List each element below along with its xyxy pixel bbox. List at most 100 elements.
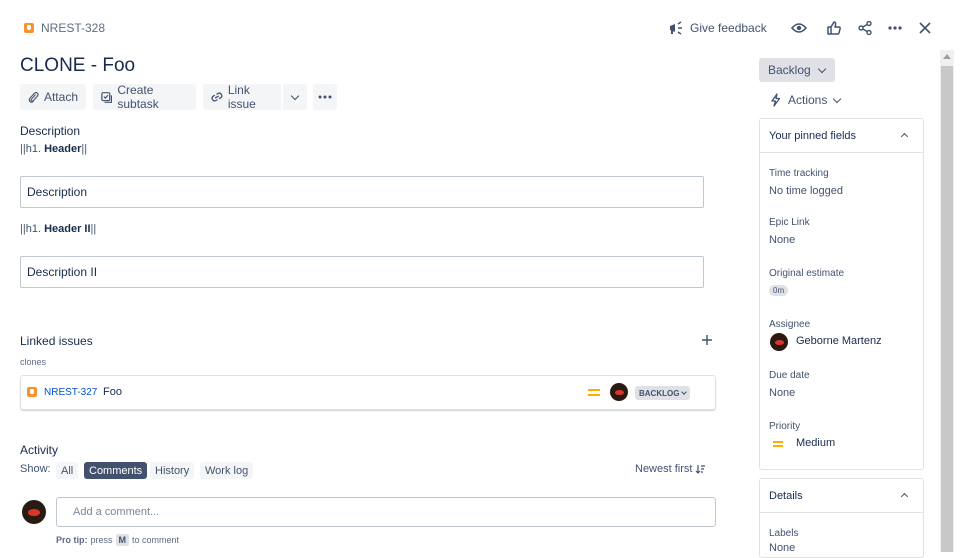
time-tracking-label: Time tracking — [769, 168, 829, 179]
issue-title[interactable]: CLONE - Foo — [20, 55, 135, 77]
sort-order-button[interactable]: Newest first — [635, 463, 706, 475]
activity-heading: Activity — [20, 443, 59, 457]
share-icon — [858, 21, 872, 35]
priority-medium-icon — [773, 441, 783, 447]
pinned-fields-header[interactable]: Your pinned fields — [760, 119, 923, 153]
linked-issue-summary: Foo — [103, 386, 122, 398]
toolbar-more-button[interactable] — [313, 84, 337, 110]
description-box-1[interactable]: Description — [20, 176, 704, 208]
create-subtask-label: Create subtask — [117, 83, 159, 111]
more-icon — [888, 26, 902, 30]
labels-label: Labels — [769, 528, 799, 539]
time-tracking-value[interactable]: No time logged — [769, 185, 843, 197]
actions-button[interactable]: Actions — [770, 92, 842, 108]
markup-suffix: || — [81, 143, 88, 155]
linked-issues-heading: Linked issues — [20, 334, 93, 348]
show-label: Show: — [20, 463, 51, 475]
actions-label: Actions — [788, 93, 828, 107]
attach-button[interactable]: Attach — [20, 84, 86, 110]
status-button[interactable]: Backlog — [759, 58, 835, 82]
lightning-icon — [771, 93, 781, 107]
scrollbar-thumb[interactable] — [941, 66, 953, 552]
give-feedback-button[interactable]: Give feedback — [668, 19, 767, 37]
priority-medium-icon — [588, 389, 600, 396]
chevron-down-icon — [290, 91, 300, 100]
linked-issue-key[interactable]: NREST-327 — [44, 387, 97, 398]
markup-suffix: || — [90, 223, 97, 235]
priority-value[interactable]: Medium — [796, 437, 835, 449]
tab-history[interactable]: History — [150, 462, 195, 479]
chevron-down-icon — [833, 94, 842, 103]
issue-key-breadcrumb[interactable]: NREST-328 — [41, 21, 105, 35]
link-issue-button[interactable]: Link issue — [203, 83, 281, 111]
status-label: Backlog — [768, 63, 811, 77]
description-header-2[interactable]: ||h1. Header II|| — [20, 223, 96, 235]
add-linked-issue-button[interactable] — [695, 328, 719, 352]
link-issue-dropdown[interactable] — [283, 84, 307, 110]
thumbs-up-icon — [827, 21, 841, 35]
pro-tip: Pro tip: press M to comment — [56, 534, 179, 546]
close-button[interactable] — [913, 16, 937, 40]
original-estimate-value[interactable]: 0m — [769, 285, 789, 296]
more-icon — [318, 95, 332, 99]
pro-tip-press: press — [90, 535, 113, 545]
details-title: Details — [769, 489, 803, 502]
share-button[interactable] — [853, 16, 877, 40]
due-date-label: Due date — [769, 370, 810, 381]
create-subtask-button[interactable]: Create subtask — [93, 83, 196, 111]
keyboard-key: M — [115, 534, 130, 546]
eye-icon — [791, 23, 807, 33]
comment-input[interactable]: Add a comment... — [56, 497, 716, 527]
story-type-icon — [24, 23, 34, 33]
pinned-fields-title: Your pinned fields — [769, 129, 857, 142]
details-header[interactable]: Details — [760, 479, 923, 513]
linked-issue-row[interactable]: NREST-327 Foo BACKLOG — [20, 375, 716, 410]
assignee-avatar — [770, 333, 788, 351]
markup-prefix: ||h1. — [20, 143, 45, 155]
pinned-fields-panel: Your pinned fields Time tracking No time… — [759, 118, 924, 470]
details-panel: Details Labels None — [759, 478, 924, 558]
description-header-1[interactable]: ||h1. Header|| — [20, 143, 87, 155]
assignee-label: Assignee — [769, 319, 811, 330]
description-heading: Description — [20, 124, 81, 138]
link-relation-label: clones — [20, 357, 47, 367]
tab-work-log[interactable]: Work log — [200, 462, 254, 479]
sort-label: Newest first — [635, 463, 693, 475]
comment-placeholder: Add a comment... — [73, 506, 160, 518]
header-text: Header II — [44, 223, 91, 235]
watch-button[interactable] — [787, 16, 811, 40]
give-feedback-label: Give feedback — [690, 21, 767, 35]
sort-icon — [696, 465, 706, 474]
labels-value[interactable]: None — [769, 542, 795, 554]
linked-issue-status[interactable]: BACKLOG — [635, 386, 691, 400]
assignee-value[interactable]: Geborne Martenz — [796, 335, 882, 347]
status-label: BACKLOG — [639, 388, 680, 398]
paperclip-icon — [28, 91, 39, 103]
tab-comments[interactable]: Comments — [84, 462, 148, 479]
vote-button[interactable] — [822, 16, 846, 40]
chevron-down-icon — [817, 64, 826, 73]
megaphone-icon — [670, 21, 682, 35]
epic-link-value[interactable]: None — [769, 234, 795, 246]
original-estimate-label: Original estimate — [769, 268, 845, 279]
scroll-up-arrow[interactable] — [943, 54, 951, 59]
chevron-up-icon — [900, 132, 909, 141]
link-issue-label: Link issue — [227, 83, 256, 111]
due-date-value[interactable]: None — [769, 387, 795, 399]
assignee-avatar — [610, 383, 628, 401]
description-box-2[interactable]: Description II — [20, 256, 704, 288]
more-actions-button[interactable] — [883, 16, 907, 40]
priority-label: Priority — [769, 421, 801, 432]
pro-tip-bold: Pro tip: — [56, 535, 88, 545]
subtask-icon — [101, 91, 113, 103]
pro-tip-rest: to comment — [132, 535, 180, 545]
current-user-avatar — [22, 500, 46, 524]
tab-all[interactable]: All — [56, 462, 79, 479]
link-icon — [211, 92, 223, 102]
chevron-up-icon — [900, 492, 909, 501]
header-text: Header — [44, 143, 82, 155]
story-type-icon — [27, 387, 37, 397]
epic-link-label: Epic Link — [769, 217, 810, 228]
chevron-down-icon — [681, 389, 688, 395]
plus-icon — [702, 335, 712, 345]
